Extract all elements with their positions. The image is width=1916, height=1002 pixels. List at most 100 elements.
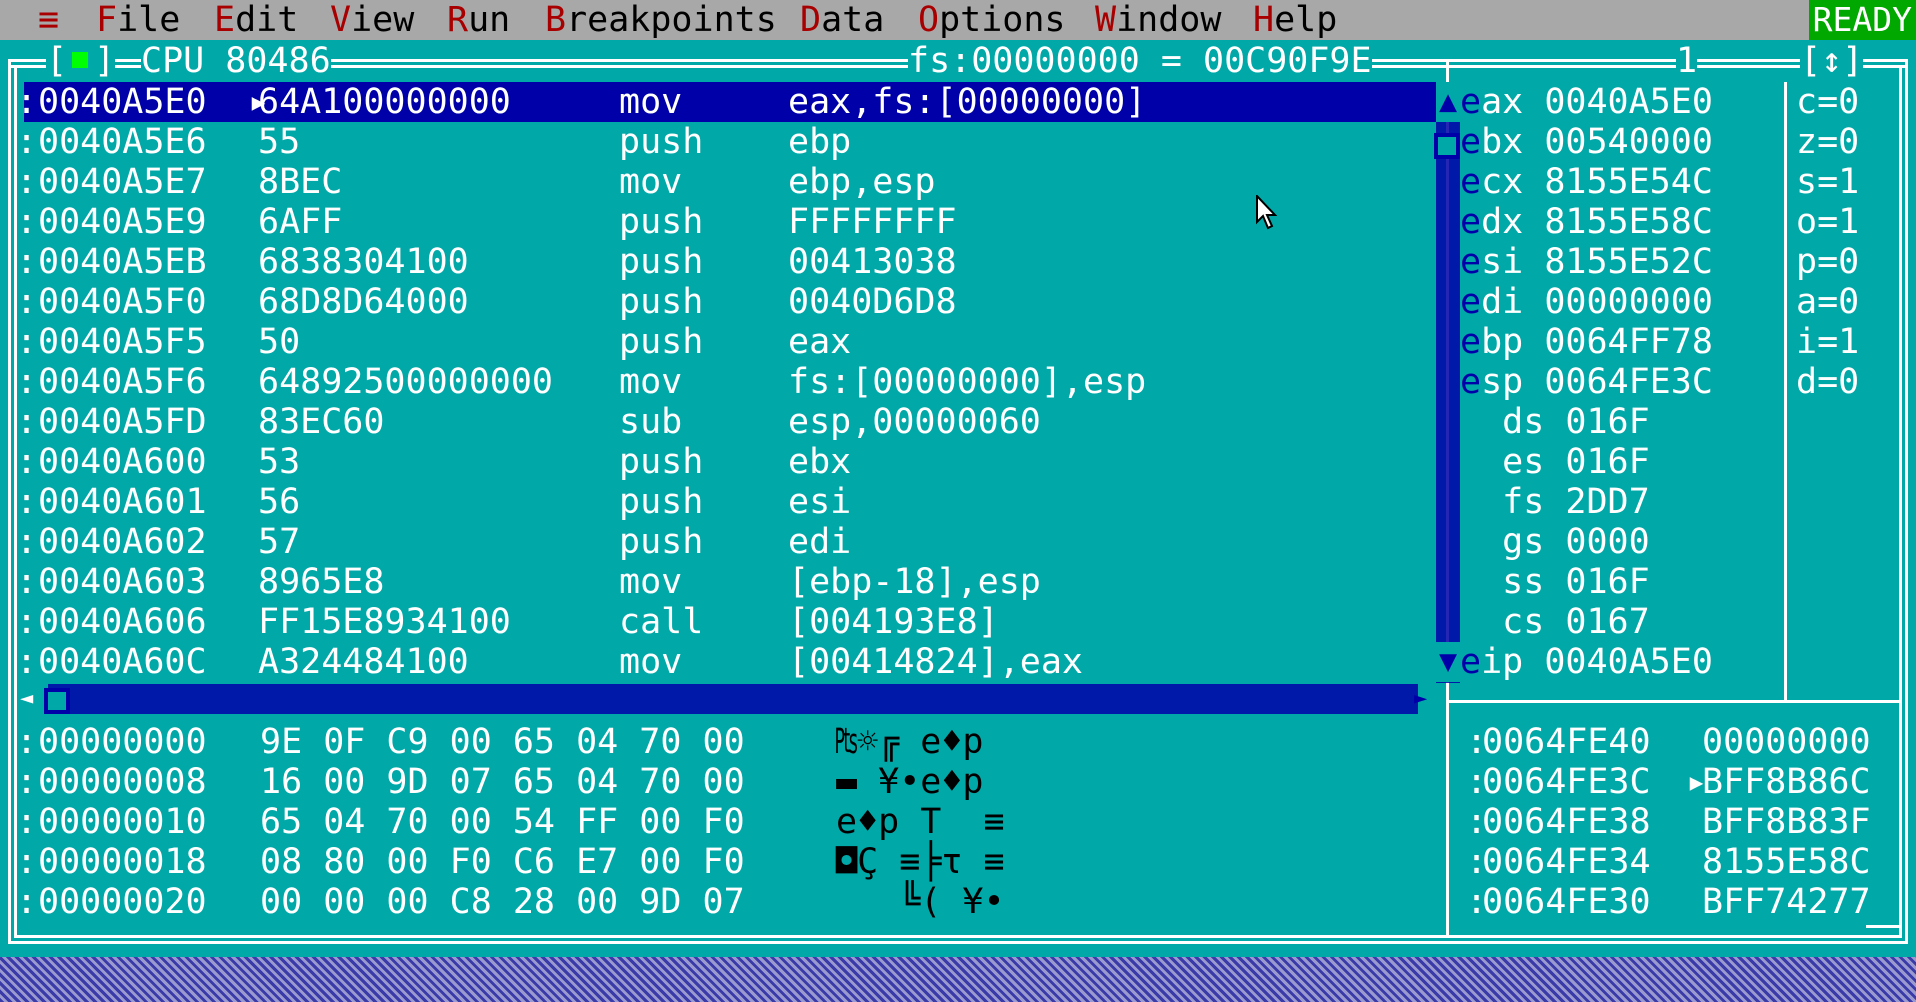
register-row[interactable]: ebp 0064FF78 <box>1460 322 1713 362</box>
code-operands: [004193E8] <box>788 602 999 642</box>
zoom-icon[interactable]: [↕] <box>1800 41 1864 81</box>
horizontal-scroll-thumb[interactable] <box>44 688 70 714</box>
flag-item[interactable]: o=1 <box>1796 202 1859 242</box>
code-address: 0040A603 <box>38 562 207 602</box>
register-row[interactable]: esp 0064FE3C <box>1460 362 1713 402</box>
code-row[interactable]: :0040A5E7 8BEC mov ebp,esp <box>16 162 1442 202</box>
code-row[interactable]: :0040A602 57 push edi <box>16 522 1442 562</box>
code-operands: [00414824],eax <box>788 642 1084 682</box>
register-name-prefix: e <box>1460 202 1482 242</box>
menu-breakpoints[interactable]: Breakpoints <box>545 0 777 40</box>
scroll-up-icon[interactable]: ▲ <box>1436 82 1460 122</box>
code-row[interactable]: :0040A600 53 push ebx <box>16 442 1442 482</box>
scroll-down-icon[interactable]: ▼ <box>1436 642 1460 682</box>
register-row[interactable]: esi 8155E52C <box>1460 242 1713 282</box>
register-row[interactable]: eip 0040A5E0 <box>1460 642 1713 682</box>
register-name: ax <box>1481 82 1524 122</box>
code-row[interactable]: :0040A606 FF15E8934100 call [004193E8] <box>16 602 1442 642</box>
register-separator <box>1544 482 1565 522</box>
frame-right-line-2 <box>1899 65 1902 938</box>
flag-item[interactable]: z=0 <box>1796 122 1859 162</box>
code-address: 0040A5F6 <box>38 362 207 402</box>
row-colon: : <box>16 802 38 842</box>
register-row[interactable]: ds 016F <box>1460 402 1650 442</box>
system-menu-icon[interactable]: ≡ <box>38 0 59 40</box>
register-separator <box>1544 602 1565 642</box>
flag-item[interactable]: s=1 <box>1796 162 1859 202</box>
register-name-prefix: e <box>1460 362 1482 402</box>
register-row[interactable]: es 016F <box>1460 442 1650 482</box>
register-value: 016F <box>1565 562 1650 602</box>
register-row[interactable]: edx 8155E58C <box>1460 202 1713 242</box>
code-operands: ebp,esp <box>788 162 936 202</box>
vertical-scroll-thumb[interactable] <box>1434 133 1460 159</box>
register-name: bx <box>1481 122 1524 162</box>
row-colon: : <box>16 402 38 442</box>
register-row[interactable]: cs 0167 <box>1460 602 1650 642</box>
register-row[interactable]: fs 2DD7 <box>1460 482 1650 522</box>
register-row[interactable]: ebx 00540000 <box>1460 122 1713 162</box>
register-name-prefix: e <box>1460 322 1482 362</box>
register-value: 0064FE3C <box>1544 362 1713 402</box>
register-name: gs <box>1460 522 1545 562</box>
flag-item[interactable]: c=0 <box>1796 82 1859 122</box>
horizontal-scrollbar[interactable] <box>48 684 1418 714</box>
register-row[interactable]: eax 0040A5E0 <box>1460 82 1713 122</box>
frame-left-line <box>8 59 11 944</box>
code-row[interactable]: :0040A5F6 64892500000000 mov fs:[00000000]… <box>16 362 1442 402</box>
menu-file[interactable]: File <box>96 0 180 40</box>
row-colon: : <box>16 882 38 922</box>
code-address: 0040A602 <box>38 522 207 562</box>
menu-data[interactable]: Data <box>800 0 884 40</box>
register-value: 0040A5E0 <box>1544 82 1713 122</box>
code-bytes: FF15E8934100 <box>258 602 511 642</box>
resize-corner[interactable] <box>1866 925 1902 928</box>
code-operands: eax,fs:[00000000] <box>788 82 1147 122</box>
dump-address: 00000018 <box>38 842 207 882</box>
register-separator <box>1523 242 1544 282</box>
menu-edit[interactable]: Edit <box>214 0 298 40</box>
close-box[interactable] <box>66 45 94 75</box>
code-opcode: push <box>619 482 704 522</box>
register-separator <box>1544 402 1565 442</box>
disassembly-pane[interactable]: :0040A5E0 ▸ 64A100000000 mov eax,fs:[0000000… <box>16 82 1442 682</box>
flag-item[interactable]: p=0 <box>1796 242 1859 282</box>
dump-ascii: e♦p T ≡ <box>836 802 1005 842</box>
register-row[interactable]: ecx 8155E54C <box>1460 162 1713 202</box>
menu-options[interactable]: Options <box>918 0 1066 40</box>
code-opcode: call <box>619 602 704 642</box>
code-row[interactable]: :0040A60C A324484100 mov [00414824],eax <box>16 642 1442 682</box>
flag-item[interactable]: d=0 <box>1796 362 1859 402</box>
menu-help[interactable]: Help <box>1253 0 1337 40</box>
register-separator <box>1523 82 1544 122</box>
menu-window[interactable]: Window <box>1095 0 1221 40</box>
code-row[interactable]: :0040A5F5 50 push eax <box>16 322 1442 362</box>
code-operands: fs:[00000000],esp <box>788 362 1147 402</box>
code-bytes: 57 <box>258 522 301 562</box>
flag-item[interactable]: i=1 <box>1796 322 1859 362</box>
register-row[interactable]: ss 016F <box>1460 562 1650 602</box>
register-name: cs <box>1460 602 1545 642</box>
code-address: 0040A60C <box>38 642 207 682</box>
code-row[interactable]: :0040A603 8965E8 mov [ebp-18],esp <box>16 562 1442 602</box>
code-row[interactable]: :0040A5FD 83EC60 sub esp,00000060 <box>16 402 1442 442</box>
vertical-scrollbar[interactable] <box>1436 83 1460 683</box>
code-row[interactable]: :0040A5F0 68D8D64000 push 0040D6D8 <box>16 282 1442 322</box>
code-bytes: 6AFF <box>258 202 343 242</box>
flag-item[interactable]: a=0 <box>1796 282 1859 322</box>
code-row[interactable]: :0040A5E9 6AFF push FFFFFFFF <box>16 202 1442 242</box>
row-colon: : <box>16 842 38 882</box>
segment-info: fs:00000000 = 00C90F9E <box>908 41 1372 81</box>
code-row[interactable]: :0040A5EB 6838304100 push 00413038 <box>16 242 1442 282</box>
scroll-right-icon[interactable]: ► <box>1414 684 1442 714</box>
menu-run[interactable]: Run <box>447 0 510 40</box>
code-row[interactable]: :0040A5E6 55 push ebp <box>16 122 1442 162</box>
register-separator <box>1523 162 1544 202</box>
menu-view[interactable]: View <box>330 0 414 40</box>
code-opcode: push <box>619 202 704 242</box>
code-row[interactable]: :0040A5E0 ▸ 64A100000000 mov eax,fs:[0000000… <box>16 82 1442 122</box>
register-row[interactable]: gs 0000 <box>1460 522 1650 562</box>
register-row[interactable]: edi 00000000 <box>1460 282 1713 322</box>
register-value: 8155E54C <box>1544 162 1713 202</box>
code-row[interactable]: :0040A601 56 push esi <box>16 482 1442 522</box>
